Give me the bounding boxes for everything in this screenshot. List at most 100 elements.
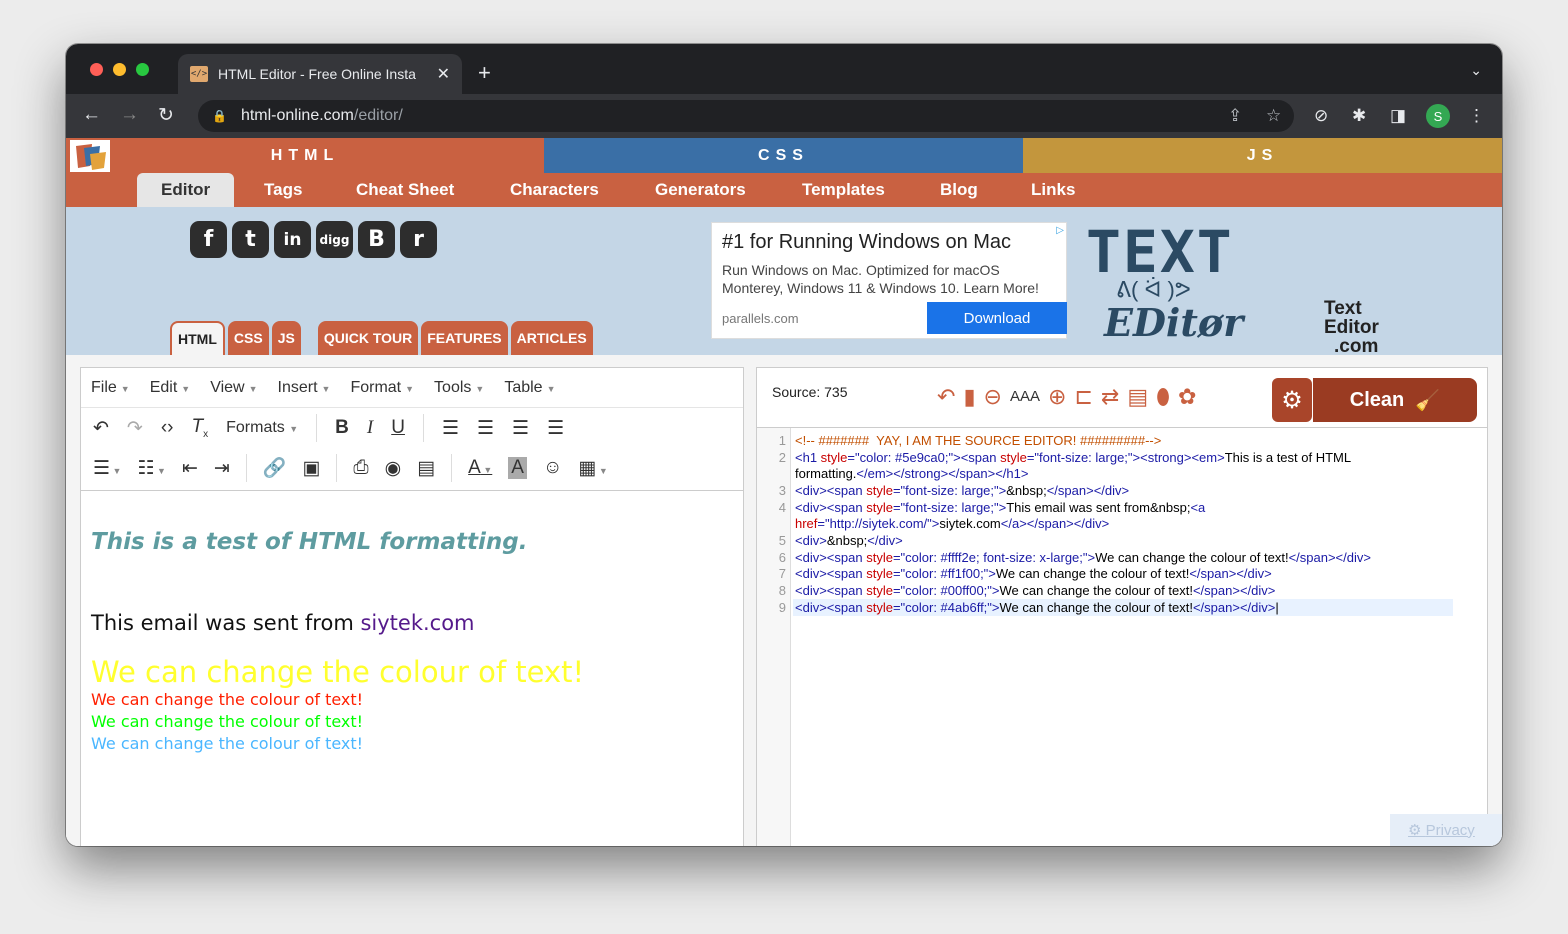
toolbar: ← → ↻ 🔒 html-online.com/editor/ ⇪ ☆ ⊘ ✱ … xyxy=(66,94,1502,138)
underline-icon[interactable]: U xyxy=(391,417,405,439)
menu-table[interactable]: Table ▼ xyxy=(504,379,555,397)
lang-tab-js[interactable]: JS xyxy=(1023,138,1502,173)
text-editor-com-logo[interactable]: Text Editor .com xyxy=(1324,299,1379,356)
nav-blog[interactable]: Blog xyxy=(940,173,978,207)
address-bar[interactable]: 🔒 html-online.com/editor/ ⇪ ☆ xyxy=(198,100,1294,132)
digg-icon[interactable]: digg xyxy=(316,221,353,258)
indent-icon[interactable]: ⇥ xyxy=(214,457,230,480)
linkedin-icon[interactable]: in xyxy=(274,221,311,258)
zoom-window-button[interactable] xyxy=(136,63,149,76)
lang-tab-html[interactable]: HTML xyxy=(66,138,544,173)
ad-choices-icon[interactable]: ▷ xyxy=(1056,225,1064,236)
menu-format[interactable]: Format ▼ xyxy=(350,379,414,397)
editor-menubar: File ▼ Edit ▼ View ▼ Insert ▼ Format ▼ Tools ▼… xyxy=(81,368,743,408)
mouse-icon[interactable]: ⬮ xyxy=(1156,384,1170,410)
source-undo-icon[interactable]: ↶ xyxy=(937,384,955,410)
font-decrease-icon[interactable]: ⊖ xyxy=(984,384,1002,410)
close-tab-icon[interactable]: ✕ xyxy=(437,64,450,84)
nav-generators[interactable]: Generators xyxy=(655,173,746,207)
reload-icon[interactable]: ↻ xyxy=(158,104,174,127)
document-icon[interactable]: ▤ xyxy=(1127,384,1148,410)
text-color-icon[interactable]: A ▼ xyxy=(468,457,492,479)
site-logo-icon[interactable] xyxy=(70,140,110,172)
minimize-window-button[interactable] xyxy=(113,63,126,76)
subtab-quick-tour[interactable]: QUICK TOUR xyxy=(317,321,419,355)
italic-icon[interactable]: I xyxy=(367,417,373,439)
facebook-icon[interactable]: f xyxy=(190,221,227,258)
twitter-icon[interactable]: t xyxy=(232,221,269,258)
emoji-icon[interactable]: ☺ xyxy=(543,457,562,479)
subtab-features[interactable]: FEATURES xyxy=(421,321,508,355)
advertisement[interactable]: ▷ #1 for Running Windows on Mac Run Wind… xyxy=(711,222,1067,339)
bullet-list-icon[interactable]: ☰ ▼ xyxy=(93,457,121,480)
nav-editor[interactable]: Editor xyxy=(137,173,235,207)
subtab-html[interactable]: HTML xyxy=(170,321,225,355)
subtab-js[interactable]: JS xyxy=(271,321,301,355)
align-justify-icon[interactable]: ☰ xyxy=(547,417,564,440)
compose-icon[interactable]: ⊏ xyxy=(1074,384,1092,410)
share-icon[interactable]: ⇪ xyxy=(1228,106,1242,126)
outdent-icon[interactable]: ⇤ xyxy=(182,457,198,480)
extensions-puzzle-icon[interactable]: ✱ xyxy=(1352,106,1366,126)
clean-button[interactable]: Clean 🧹 xyxy=(1313,378,1477,422)
media-icon[interactable]: ▤ xyxy=(417,457,435,480)
side-panel-icon[interactable]: ◨ xyxy=(1390,106,1406,126)
menu-edit[interactable]: Edit ▼ xyxy=(150,379,191,397)
print-icon[interactable]: ⎙ xyxy=(353,457,368,479)
align-right-icon[interactable]: ☰ xyxy=(512,417,529,440)
link-icon[interactable]: 🔗 xyxy=(263,456,287,480)
font-increase-icon[interactable]: ⊕ xyxy=(1048,384,1066,410)
forward-icon[interactable]: → xyxy=(120,104,139,126)
close-window-button[interactable] xyxy=(90,63,103,76)
nav-templates[interactable]: Templates xyxy=(802,173,885,207)
recaptcha-privacy-link[interactable]: ⚙ Privacy xyxy=(1390,814,1502,846)
new-document-icon[interactable]: ▮ xyxy=(963,384,975,410)
ad-title[interactable]: #1 for Running Windows on Mac xyxy=(722,231,1011,254)
blogger-icon[interactable]: B xyxy=(358,221,395,258)
siytek-link[interactable]: siytek.com xyxy=(360,611,474,635)
ad-download-button[interactable]: Download xyxy=(927,302,1067,334)
nav-tags[interactable]: Tags xyxy=(264,173,302,207)
menu-insert[interactable]: Insert ▼ xyxy=(278,379,331,397)
preview-eye-icon[interactable]: ◉ xyxy=(385,457,402,480)
source-code-icon[interactable]: ‹› xyxy=(161,417,174,439)
nav-links[interactable]: Links xyxy=(1031,173,1075,207)
numbered-list-icon[interactable]: ☷ ▼ xyxy=(137,457,165,480)
clear-formatting-icon[interactable]: Tx xyxy=(192,416,209,440)
image-icon[interactable]: ▣ xyxy=(302,457,320,480)
menu-file[interactable]: File ▼ xyxy=(91,379,130,397)
menu-kebab-icon[interactable]: ⋮ xyxy=(1468,106,1485,126)
menu-tools[interactable]: Tools ▼ xyxy=(434,379,484,397)
reddit-icon[interactable]: r xyxy=(400,221,437,258)
settings-gear-icon[interactable]: ⚙ xyxy=(1272,378,1312,422)
redo-icon[interactable]: ↷ xyxy=(127,417,143,440)
source-code[interactable]: 1 2 3 4 5 6 7 8 9 <!-- ####### YAY, I AM… xyxy=(757,428,1487,846)
align-center-icon[interactable]: ☰ xyxy=(477,417,494,440)
formats-dropdown[interactable]: Formats ▼ xyxy=(226,419,298,437)
palette-icon[interactable]: ✿ xyxy=(1178,384,1196,410)
undo-icon[interactable]: ↶ xyxy=(93,417,109,440)
align-left-icon[interactable]: ☰ xyxy=(442,417,459,440)
text-editor-logo[interactable]: TEXT ᕕ( ᐛ )ᕗ EDitør xyxy=(1086,223,1316,352)
back-icon[interactable]: ← xyxy=(82,104,101,126)
lang-tab-css[interactable]: CSS xyxy=(544,138,1023,173)
background-color-icon[interactable]: A xyxy=(508,457,527,479)
new-tab-button[interactable]: + xyxy=(478,60,491,86)
editor-content[interactable]: This is a test of HTML formatting. This … xyxy=(81,490,743,846)
code-line-4: <div><span style="font-size: large;">Thi… xyxy=(795,500,1206,515)
bookmark-star-icon[interactable]: ☆ xyxy=(1266,106,1281,126)
tab-search-chevron-icon[interactable]: ⌄ xyxy=(1470,62,1482,79)
profile-avatar[interactable]: S xyxy=(1426,104,1450,128)
subtab-css[interactable]: CSS xyxy=(227,321,269,355)
nav-cheat-sheet[interactable]: Cheat Sheet xyxy=(356,173,454,207)
menu-view[interactable]: View ▼ xyxy=(210,379,257,397)
content-email-line: This email was sent from siytek.com xyxy=(91,611,475,635)
swap-icon[interactable]: ⇄ xyxy=(1101,384,1119,410)
bold-icon[interactable]: B xyxy=(335,417,349,439)
browser-tab[interactable]: </> HTML Editor - Free Online Insta ✕ xyxy=(178,54,462,94)
table-icon[interactable]: ▦ ▼ xyxy=(578,457,607,480)
subtab-articles[interactable]: ARTICLES xyxy=(510,321,593,355)
code-line-3: <div><span style="font-size: large;">&nb… xyxy=(795,483,1130,498)
nav-characters[interactable]: Characters xyxy=(510,173,599,207)
blocked-extension-icon[interactable]: ⊘ xyxy=(1314,106,1328,126)
